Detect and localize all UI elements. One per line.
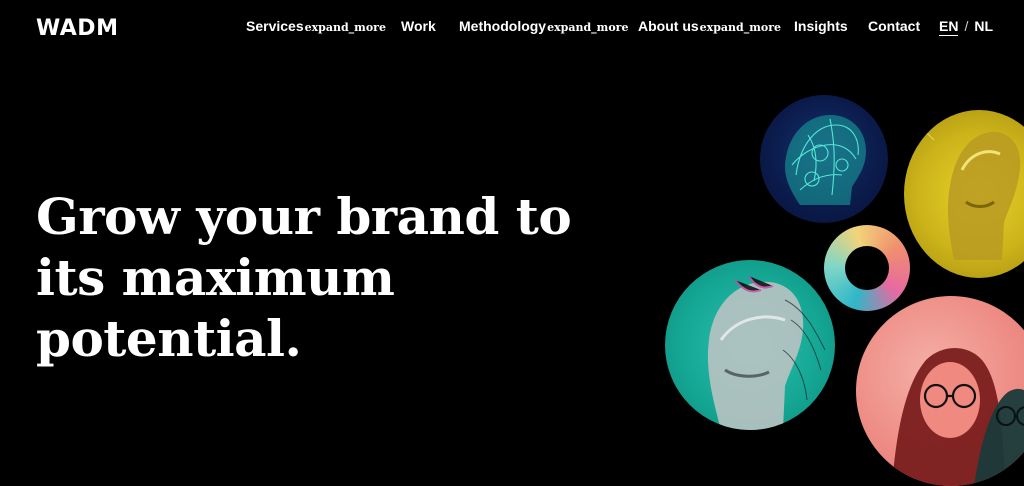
hero-heading: Grow your brand to its maximum potential… xyxy=(36,186,596,369)
expand-more-icon: expand_more xyxy=(547,21,629,34)
main-nav: Servicesexpand_more Work Methodologyexpa… xyxy=(246,18,993,40)
nav-work[interactable]: Work xyxy=(401,18,436,34)
golden-statue-image xyxy=(904,110,1024,278)
expand-more-icon: expand_more xyxy=(304,21,386,34)
portrait-image xyxy=(856,296,1024,486)
nav-services[interactable]: Servicesexpand_more xyxy=(246,18,386,34)
expand-more-icon: expand_more xyxy=(699,21,781,34)
lang-separator: / xyxy=(964,18,969,34)
gradient-ring-decoration xyxy=(824,225,910,311)
hero-line: Grow your brand to xyxy=(36,187,572,246)
nav-about[interactable]: About usexpand_more xyxy=(638,18,781,34)
sculpture-face-image xyxy=(665,260,835,430)
language-switcher: EN / NL xyxy=(939,18,993,36)
nav-about-label: About us xyxy=(638,18,699,34)
wireframe-head-image xyxy=(760,95,888,223)
nav-methodology-label: Methodology xyxy=(459,18,547,34)
nav-services-label: Services xyxy=(246,18,304,34)
hero-line: potential. xyxy=(36,309,302,368)
lang-nl[interactable]: NL xyxy=(974,18,993,34)
nav-methodology[interactable]: Methodologyexpand_more xyxy=(459,18,628,34)
nav-contact[interactable]: Contact xyxy=(868,18,920,34)
hero-line: its maximum xyxy=(36,248,395,307)
nav-insights[interactable]: Insights xyxy=(794,18,848,34)
wadm-logo[interactable]: WADM xyxy=(36,16,118,41)
lang-en[interactable]: EN xyxy=(939,18,959,36)
